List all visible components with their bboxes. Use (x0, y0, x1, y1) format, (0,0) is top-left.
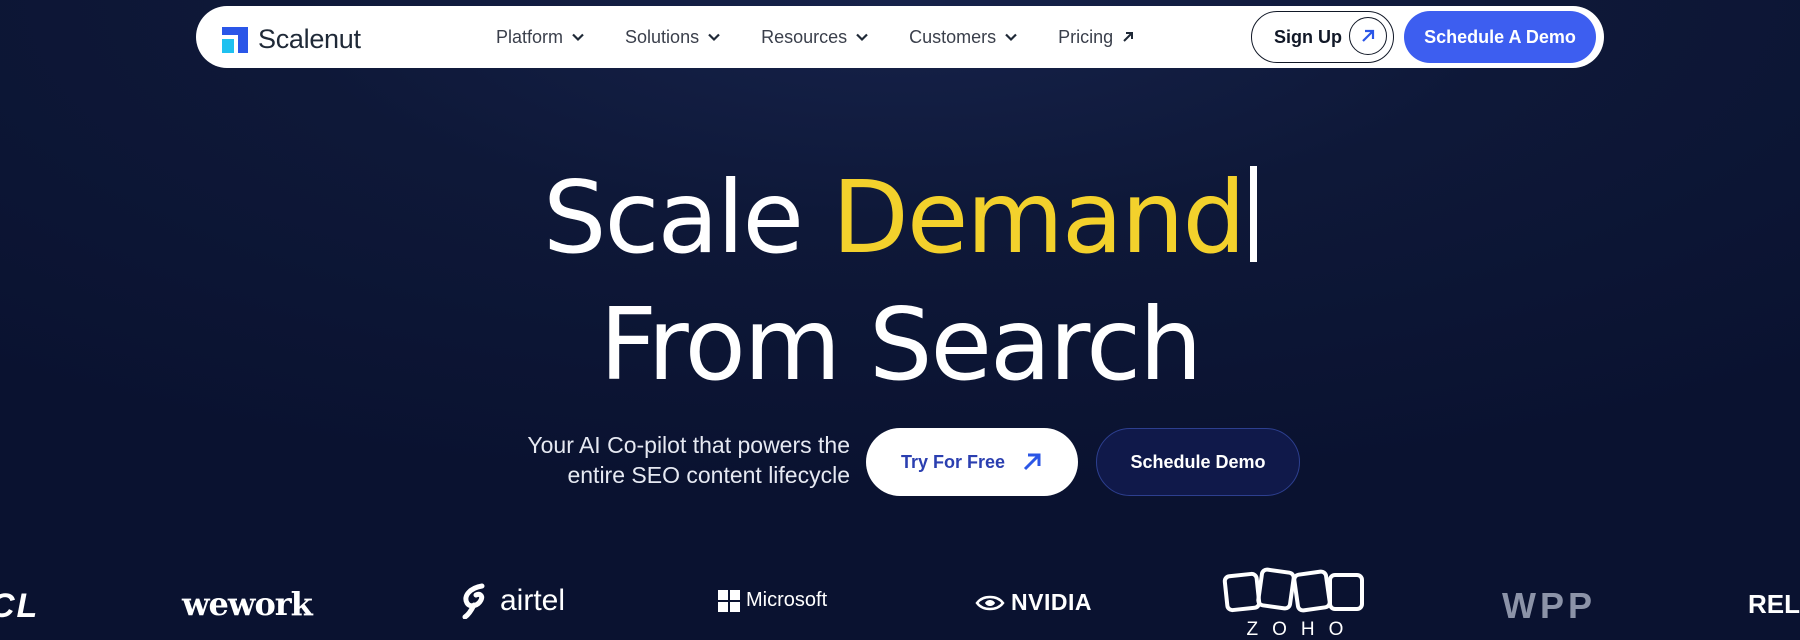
nav-links: Platform Solutions Resources Customers P… (496, 6, 1175, 68)
nav-solutions[interactable]: Solutions (625, 27, 721, 48)
try-for-free-button[interactable]: Try For Free (866, 428, 1078, 496)
sign-up-arrow-icon (1349, 17, 1387, 55)
nav-customers[interactable]: Customers (909, 27, 1018, 48)
scalenut-logo-icon (222, 26, 248, 53)
typing-cursor (1249, 166, 1257, 262)
brand-name: Scalenut (258, 24, 361, 54)
chevron-down-icon (572, 33, 584, 42)
arrow-up-right-icon (1123, 32, 1134, 42)
nav-resources[interactable]: Resources (761, 27, 869, 48)
microsoft-logo: Microsoft (718, 589, 827, 612)
sign-up-label: Sign Up (1274, 26, 1342, 47)
microsoft-grid-icon (718, 589, 740, 612)
zoho-logo: ZOHO (1222, 565, 1368, 640)
chevron-down-icon (708, 33, 720, 42)
page: Scalenut Platform Solutions Resources Cu… (0, 0, 1800, 640)
nav-customers-label: Customers (909, 26, 997, 47)
schedule-a-demo-button[interactable]: Schedule A Demo (1404, 11, 1596, 63)
customer-logo-strip: CL wework airtel Microsoft NVIDIA (0, 545, 1800, 640)
nvidia-eye-icon (975, 595, 1005, 610)
try-for-free-label: Try For Free (900, 451, 1006, 472)
chevron-down-icon (1005, 33, 1017, 42)
nav-resources-label: Resources (761, 26, 848, 47)
tcl-logo: CL (0, 587, 40, 625)
nav-platform[interactable]: Platform (496, 27, 585, 48)
hero-subtitle: Your AI Co-pilot that powers the entire … (430, 430, 850, 490)
microsoft-wordmark: Microsoft (746, 589, 828, 611)
scalenut-logo[interactable]: Scalenut (222, 24, 361, 55)
wpp-logo: WPP (1502, 585, 1597, 626)
airtel-wordmark: airtel (500, 584, 566, 617)
wework-logo: wework (182, 585, 313, 623)
nvidia-logo: NVIDIA (975, 589, 1092, 616)
hero-title-line2: From Search (599, 286, 1202, 403)
schedule-demo-label: Schedule Demo (1130, 451, 1266, 472)
nav-solutions-label: Solutions (625, 26, 700, 47)
schedule-a-demo-label: Schedule A Demo (1424, 26, 1576, 47)
hero-title-part1: Scale (543, 159, 832, 276)
arrow-up-right-icon (1023, 453, 1041, 471)
nvidia-wordmark: NVIDIA (1011, 589, 1092, 615)
schedule-demo-button[interactable]: Schedule Demo (1096, 428, 1300, 496)
nav-pricing[interactable]: Pricing (1058, 27, 1135, 48)
hero-subtitle-line2: entire SEO content lifecycle (567, 462, 850, 488)
airtel-swirl-icon (462, 583, 485, 619)
zoho-wordmark: ZOHO (1246, 619, 1358, 640)
top-navbar: Scalenut Platform Solutions Resources Cu… (196, 6, 1604, 68)
hero-title-line1: Scale Demand (0, 166, 1800, 268)
nav-platform-label: Platform (496, 26, 564, 47)
rel-logo: REL (1748, 589, 1800, 619)
zoho-squares-icon (1222, 567, 1364, 613)
nav-pricing-label: Pricing (1058, 26, 1114, 47)
airtel-logo: airtel (460, 583, 565, 619)
sign-up-button[interactable]: Sign Up (1251, 11, 1394, 63)
chevron-down-icon (856, 33, 868, 42)
hero-title-highlight: Demand (831, 159, 1246, 276)
hero-subtitle-line1: Your AI Co-pilot that powers the (527, 432, 850, 458)
